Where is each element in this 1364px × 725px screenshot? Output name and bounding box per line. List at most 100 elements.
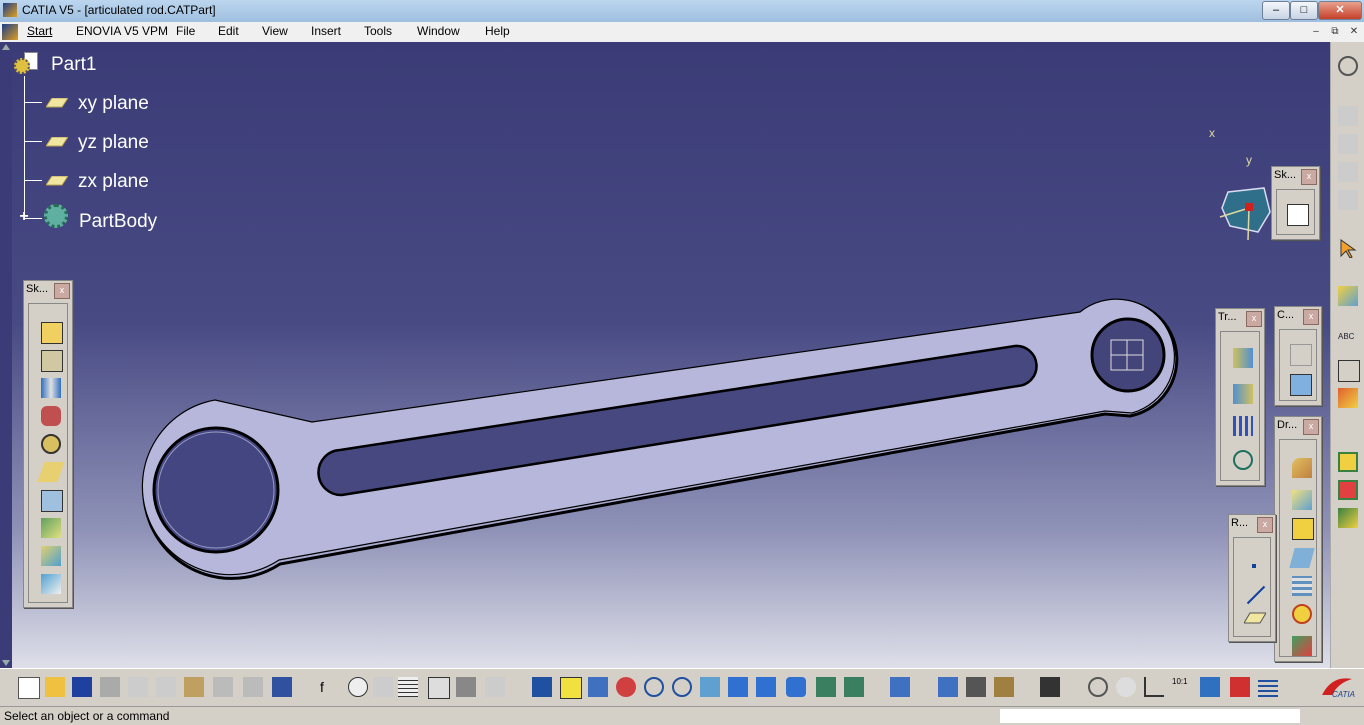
menu-start[interactable]: Start	[27, 24, 52, 38]
anchor-icon[interactable]	[1290, 374, 1312, 396]
groove-icon[interactable]	[41, 406, 61, 426]
measure-icon[interactable]	[890, 677, 910, 697]
zoom-in-icon[interactable]	[644, 677, 664, 697]
menu-help[interactable]: Help	[485, 24, 510, 38]
formula-icon[interactable]: f	[320, 677, 340, 697]
menu-window[interactable]: Window	[417, 24, 460, 38]
shell-icon[interactable]	[1289, 548, 1315, 568]
update-icon[interactable]	[1088, 677, 1108, 697]
compass-icon[interactable]	[1219, 187, 1271, 241]
3d-icon[interactable]	[1200, 677, 1220, 697]
3d-viewport[interactable]: x y Part1 xy plane yz plane zx plane + P…	[0, 42, 1330, 668]
close-button[interactable]: ✕	[1318, 1, 1362, 20]
rotate-icon[interactable]	[616, 677, 636, 697]
menu-view[interactable]: View	[262, 24, 288, 38]
select-arrow-icon[interactable]	[1338, 238, 1358, 259]
knowledge-icon[interactable]	[373, 677, 393, 697]
doc-close-button[interactable]: ✕	[1346, 25, 1362, 39]
cut-icon[interactable]	[128, 677, 148, 697]
fillet-icon[interactable]	[1292, 458, 1312, 478]
hand-icon[interactable]	[1116, 677, 1136, 697]
capture-icon[interactable]	[1040, 677, 1060, 697]
minimize-button[interactable]: –	[1262, 1, 1290, 20]
slot-icon[interactable]	[41, 490, 63, 512]
rod-shape[interactable]	[141, 298, 1179, 580]
pad-icon[interactable]	[41, 322, 63, 344]
swap-space-icon[interactable]	[844, 677, 864, 697]
tree-item-yz-plane[interactable]: yz plane	[78, 132, 149, 154]
close-icon[interactable]: x	[1303, 309, 1319, 325]
line-icon[interactable]	[1244, 584, 1266, 605]
gear-icon[interactable]	[1338, 56, 1358, 76]
scaling-icon[interactable]	[1233, 450, 1253, 470]
copy-icon[interactable]	[156, 677, 176, 697]
expand-icon[interactable]: +	[17, 209, 31, 225]
flag-note-icon[interactable]	[1338, 360, 1360, 382]
reference-elements-toolbar[interactable]: R... x	[1228, 514, 1276, 642]
command-input[interactable]	[1000, 709, 1300, 723]
scale-icon[interactable]: 10:1	[1172, 677, 1192, 697]
graph-icon[interactable]	[428, 677, 450, 699]
normal-view-icon[interactable]	[700, 677, 720, 697]
point-icon[interactable]	[1244, 556, 1264, 576]
paste-icon[interactable]	[184, 677, 204, 697]
mirror-icon[interactable]	[1233, 384, 1253, 404]
undo-icon[interactable]	[213, 677, 233, 697]
pan-icon[interactable]	[588, 677, 608, 697]
remove-loft-icon[interactable]	[41, 574, 61, 594]
list-icon[interactable]	[1258, 677, 1278, 697]
curvature-analysis-icon[interactable]	[1338, 508, 1358, 528]
shaft-icon[interactable]	[41, 378, 61, 398]
remove-icon[interactable]	[1338, 190, 1358, 210]
text-annotation-icon[interactable]: ABC	[1338, 332, 1358, 352]
save-icon[interactable]	[72, 677, 92, 697]
tree-item-zx-plane[interactable]: zx plane	[78, 171, 149, 193]
articulated-rod-part[interactable]	[0, 42, 1330, 668]
table-icon[interactable]	[398, 677, 418, 697]
analysis-icon[interactable]	[1338, 452, 1358, 472]
shading-icon[interactable]	[786, 677, 806, 697]
multi-view-icon[interactable]	[728, 677, 748, 697]
menu-enovia[interactable]: ENOVIA V5 VPM	[76, 24, 168, 38]
whats-this-icon[interactable]	[272, 677, 292, 697]
doc-minimize-button[interactable]: –	[1308, 25, 1324, 39]
sketch-icon[interactable]	[1287, 204, 1309, 226]
add-icon[interactable]	[1338, 162, 1358, 182]
catalog-icon[interactable]	[485, 677, 505, 697]
chamfer-icon[interactable]	[1292, 490, 1312, 510]
loft-icon[interactable]	[41, 546, 61, 566]
sketch-based-features-toolbar[interactable]: Sk... x	[23, 280, 73, 608]
boolean-icon[interactable]	[1338, 106, 1358, 126]
thread-icon[interactable]	[1292, 604, 1312, 624]
comment-icon[interactable]	[348, 677, 368, 697]
zoom-out-icon[interactable]	[672, 677, 692, 697]
transformation-features-toolbar[interactable]: Tr... x	[1215, 308, 1265, 486]
sketcher-toolbar[interactable]: Sk... x	[1271, 166, 1320, 240]
remove-face-icon[interactable]	[1292, 636, 1312, 656]
new-icon[interactable]	[18, 677, 40, 699]
pocket-icon[interactable]	[41, 350, 63, 372]
draft-analysis-icon[interactable]	[1338, 480, 1358, 500]
tree-item-xy-plane[interactable]: xy plane	[78, 93, 149, 115]
tree-item-part1[interactable]: Part1	[51, 54, 96, 76]
tree-item-partbody[interactable]: PartBody	[79, 211, 157, 233]
close-icon[interactable]: x	[1257, 517, 1273, 533]
doc-restore-button[interactable]: ⧉	[1327, 25, 1343, 39]
hole-icon[interactable]	[41, 434, 61, 454]
print-icon[interactable]	[100, 677, 120, 697]
material-icon[interactable]	[1338, 388, 1358, 408]
menu-insert[interactable]: Insert	[311, 24, 341, 38]
axis-icon[interactable]	[1144, 677, 1164, 697]
maximize-button[interactable]: □	[1290, 1, 1318, 20]
doc-icon[interactable]	[2, 24, 18, 40]
apply-material-icon[interactable]	[966, 677, 986, 697]
fit-all-icon[interactable]	[560, 677, 582, 699]
mass-icon[interactable]	[994, 677, 1014, 697]
measure-between-icon[interactable]	[938, 677, 958, 697]
part-body-icon[interactable]	[1338, 286, 1358, 306]
iso-view-icon[interactable]	[756, 677, 776, 697]
close-icon[interactable]: x	[1246, 311, 1262, 327]
menu-file[interactable]: File	[176, 24, 195, 38]
draft-icon[interactable]	[1292, 518, 1314, 540]
hide-show-icon[interactable]	[816, 677, 836, 697]
